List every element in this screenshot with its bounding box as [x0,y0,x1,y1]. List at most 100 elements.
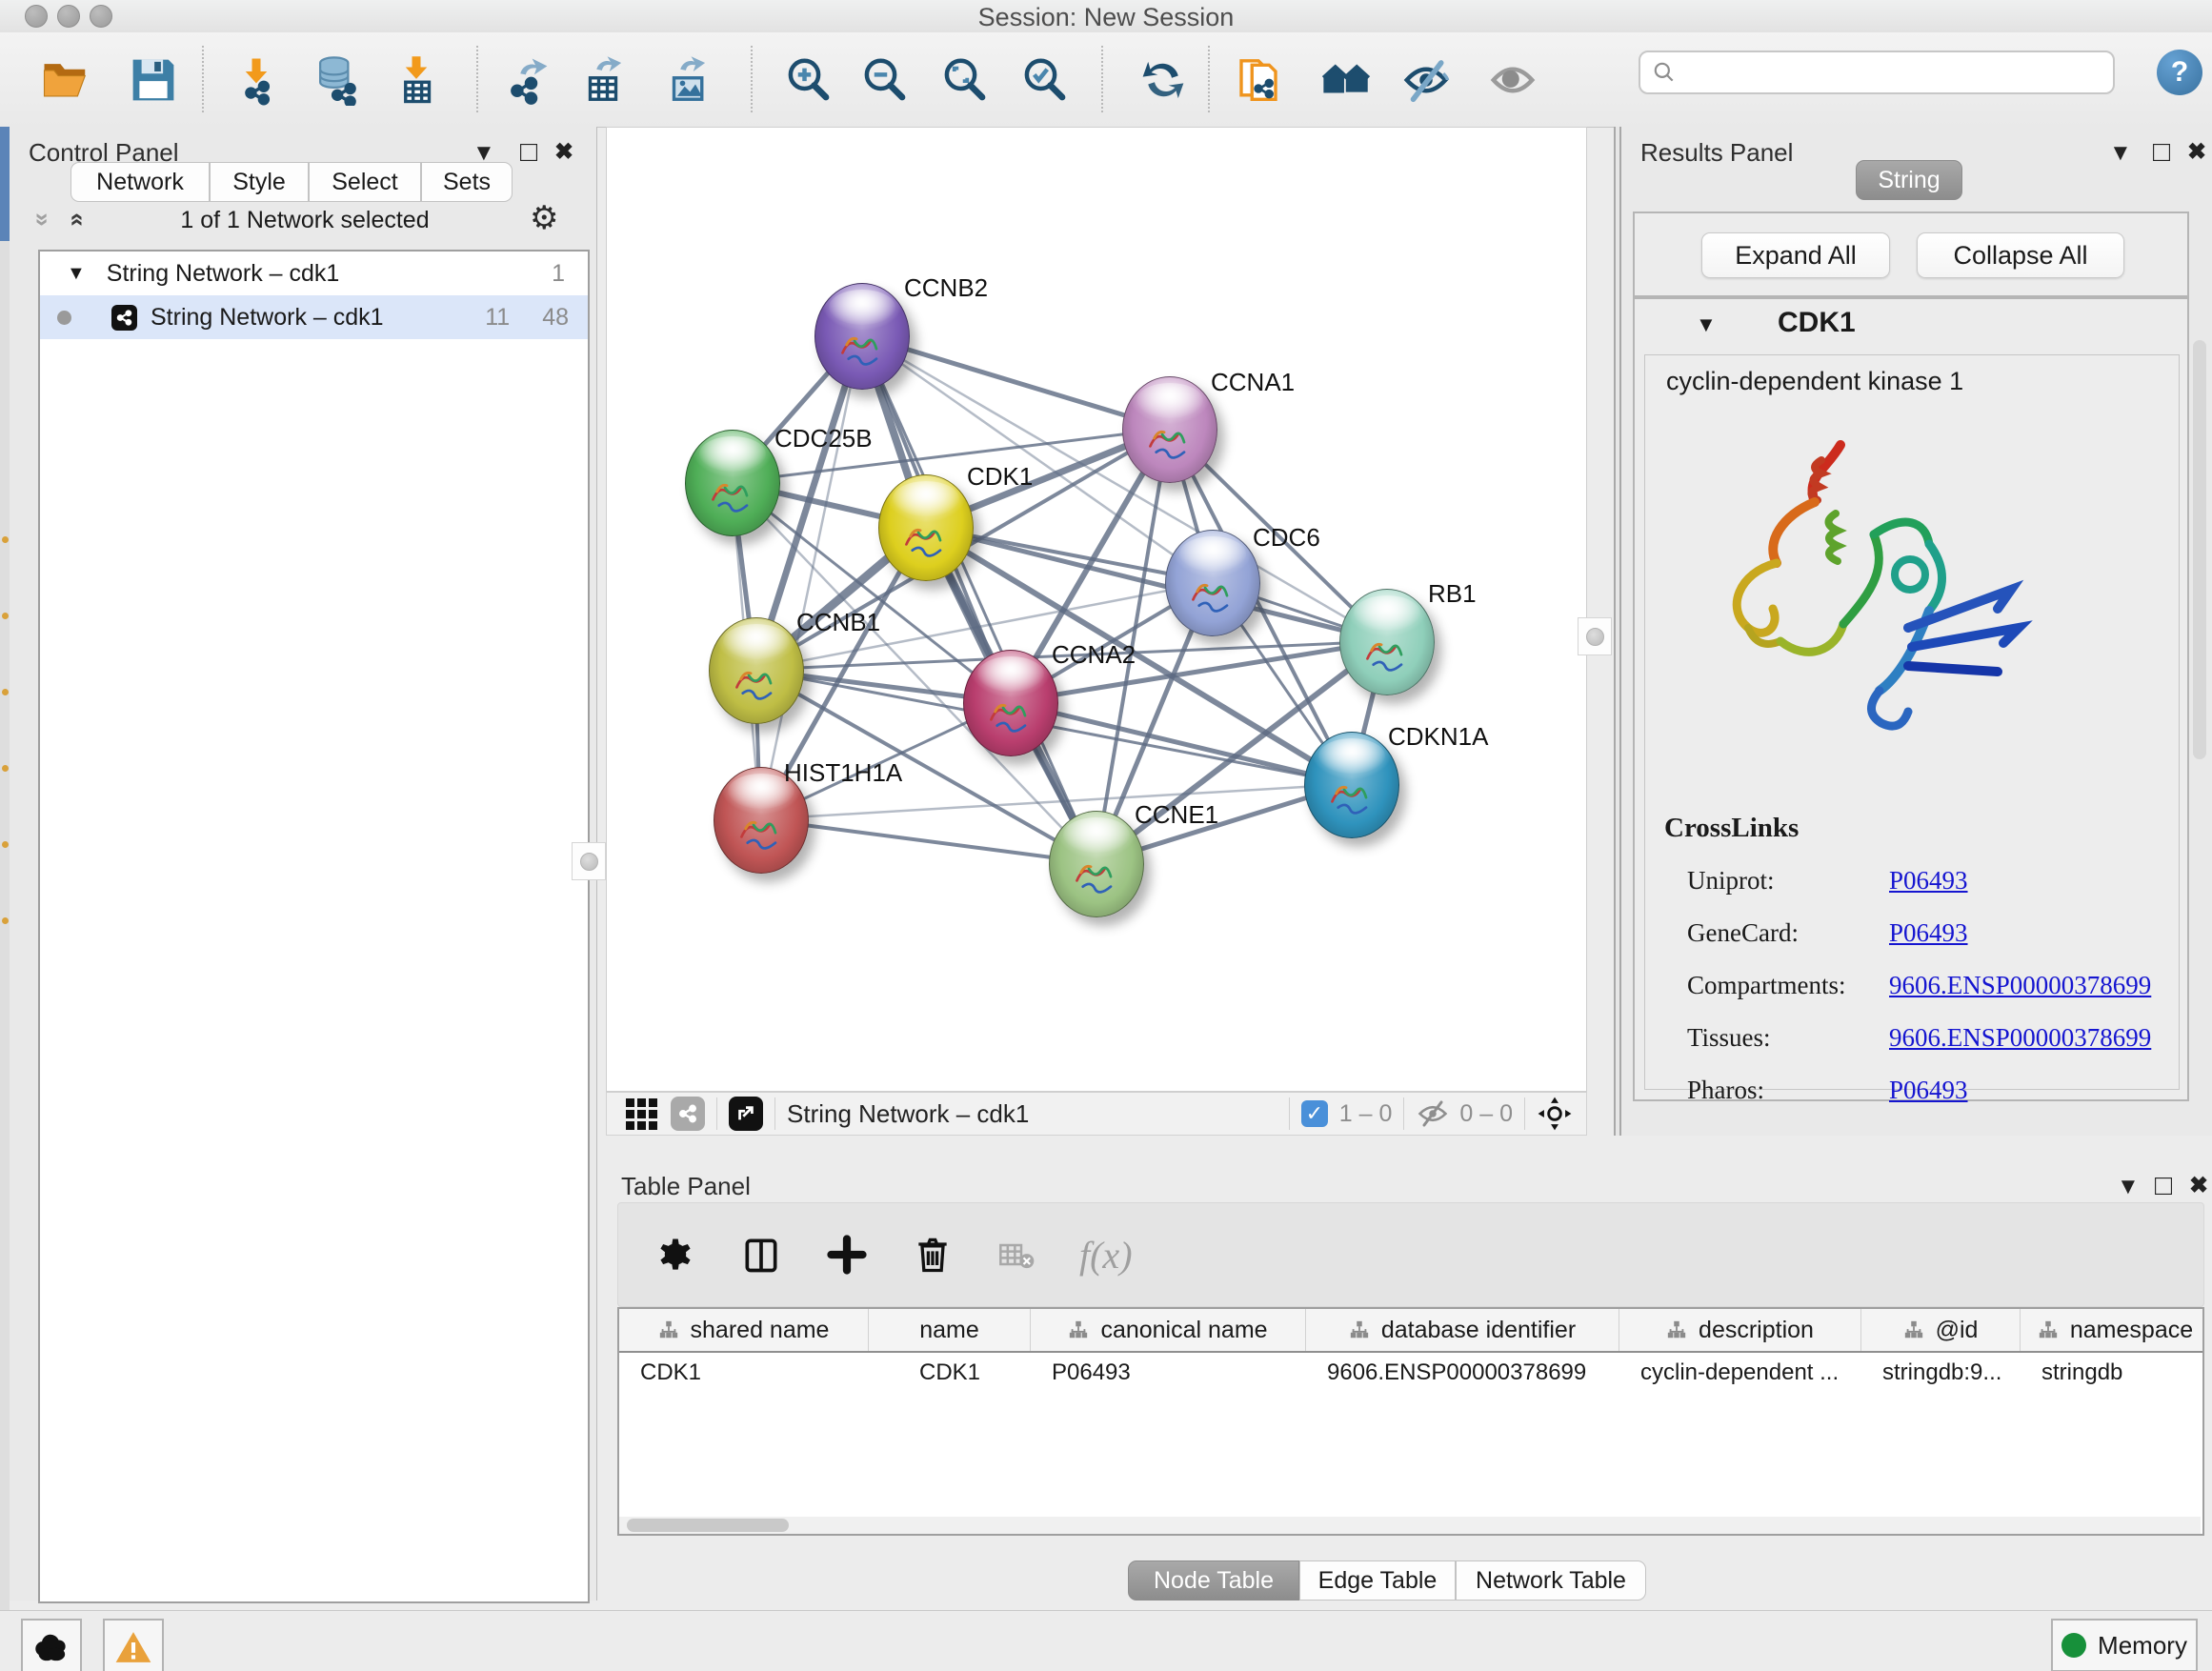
crosslink-value-link[interactable]: 9606.ENSP00000378699 [1889,1023,2151,1053]
refresh-button[interactable] [1136,51,1191,109]
column-type-icon [1666,1319,1687,1340]
birdseye-crosshair-icon[interactable] [1537,1096,1573,1132]
memory-button[interactable]: Memory [2051,1619,2198,1671]
warnings-button[interactable] [103,1619,164,1671]
tab-style[interactable]: Style [210,162,309,202]
column-header--id[interactable]: @id [1861,1309,2021,1351]
table-cell[interactable]: cyclin-dependent ... [1619,1359,1861,1386]
column-header-canonical-name[interactable]: canonical name [1031,1309,1306,1351]
zoom-in-button[interactable] [781,51,836,109]
expand-all-networks-icon[interactable]: » [61,212,90,226]
float-panel-icon[interactable]: ▼ [2109,140,2132,167]
maximize-panel-icon[interactable]: □ [520,136,537,169]
results-panel-splitter-grip[interactable] [1578,617,1612,655]
import-network-file-button[interactable] [229,51,284,109]
zoom-selected-button[interactable] [1017,51,1073,109]
network-view-canvas[interactable]: CCNB2 CCNA1 CDC25B CDK1 CDC6 RB1 [606,127,1587,1092]
tree-expander-icon[interactable]: ▼ [67,263,86,285]
network-edge-hist1h1a-ccne1[interactable] [760,819,1096,863]
column-header-namespace[interactable]: namespace [2021,1309,2204,1351]
network-node-ccne1[interactable] [1049,811,1144,917]
duplicate-network-button[interactable] [1231,51,1286,109]
show-columns-icon[interactable] [740,1234,782,1276]
network-node-ccnb1[interactable] [709,617,804,724]
float-panel-icon[interactable]: ▼ [2117,1174,2140,1200]
import-network-database-button[interactable] [309,51,364,109]
add-column-icon[interactable] [826,1234,868,1276]
tab-edge-table[interactable]: Edge Table [1299,1560,1456,1601]
tab-sets[interactable]: Sets [421,162,513,202]
collapse-all-button[interactable]: Collapse All [1917,232,2124,278]
collapse-all-networks-icon[interactable]: » [29,212,58,226]
show-all-button[interactable] [1485,51,1540,109]
export-table-button[interactable] [575,51,631,109]
tab-string[interactable]: String [1856,160,1962,200]
search-input[interactable] [1677,58,2081,87]
selected-count-checkbox[interactable]: ✓ [1301,1100,1328,1127]
table-cell[interactable]: 9606.ENSP00000378699 [1306,1359,1619,1386]
column-header-shared-name[interactable]: shared name [619,1309,869,1351]
column-header-database-identifier[interactable]: database identifier [1306,1309,1619,1351]
table-settings-gear-icon[interactable] [654,1234,696,1276]
table-cell[interactable]: P06493 [1031,1359,1306,1386]
save-session-button[interactable] [126,51,181,109]
tab-network[interactable]: Network [70,162,210,202]
crosslink-value-link[interactable]: 9606.ENSP00000378699 [1889,971,2151,1000]
network-node-ccna1[interactable] [1122,376,1217,483]
crosslink-value-link[interactable]: P06493 [1889,918,1968,948]
close-panel-icon[interactable]: ✖ [2187,138,2206,166]
table-row[interactable]: CDK1CDK1P064939606.ENSP00000378699cyclin… [619,1353,2202,1393]
export-image-button[interactable] [659,51,714,109]
first-neighbors-button[interactable] [1318,51,1374,109]
maximize-panel-icon[interactable]: □ [2153,136,2170,169]
close-panel-icon[interactable]: ✖ [554,138,573,166]
network-row-selected[interactable]: String Network – cdk1 11 48 [40,295,588,339]
network-node-ccnb2[interactable] [814,283,910,390]
table-cell[interactable]: CDK1 [619,1359,869,1386]
grid-view-icon[interactable] [626,1098,657,1130]
zoom-out-button[interactable] [857,51,913,109]
network-edge-ccna2-cdkn1a[interactable] [1010,702,1351,784]
close-panel-icon[interactable]: ✖ [2189,1172,2208,1199]
table-cell[interactable]: stringdb:9... [1861,1359,2021,1386]
import-table-file-button[interactable] [389,51,444,109]
network-node-cdc25b[interactable] [685,430,780,536]
zoom-fit-button[interactable] [937,51,993,109]
hide-selected-button[interactable] [1398,51,1454,109]
help-button[interactable]: ? [2157,50,2202,95]
network-node-cdkn1a[interactable] [1304,732,1399,838]
tab-network-table[interactable]: Network Table [1456,1560,1646,1601]
crosslink-value-link[interactable]: P06493 [1889,866,1968,896]
maximize-panel-icon[interactable]: □ [2155,1170,2172,1202]
column-header-label: name [919,1317,979,1344]
expand-all-button[interactable]: Expand All [1701,232,1890,278]
network-node-cdk1[interactable] [878,474,974,581]
houses-icon [1320,54,1372,106]
column-header-description[interactable]: description [1619,1309,1861,1351]
open-in-window-icon[interactable] [729,1097,763,1131]
column-header-name[interactable]: name [869,1309,1031,1351]
collapse-section-icon[interactable]: ▼ [1696,312,1717,337]
column-type-icon [1349,1319,1370,1340]
table-hscrollbar-thumb[interactable] [627,1519,789,1532]
tab-select[interactable]: Select [309,162,421,202]
control-panel-splitter-grip[interactable] [572,842,606,880]
tab-node-table[interactable]: Node Table [1128,1560,1299,1601]
table-cell[interactable]: stringdb [2021,1359,2204,1386]
crosslink-value-link[interactable]: P06493 [1889,1076,1968,1105]
network-node-ccna2[interactable] [963,650,1058,756]
results-scrollbar-thumb[interactable] [2193,340,2206,759]
open-session-button[interactable] [38,51,93,109]
network-thumbnail-icon[interactable] [671,1097,705,1131]
network-edge-ccnb2-hist1h1a[interactable] [760,335,861,819]
delete-column-trash-icon[interactable] [912,1234,954,1276]
network-edges-layer [607,128,1588,1093]
network-node-cdc6[interactable] [1165,530,1260,636]
table-cell[interactable]: CDK1 [869,1359,1031,1386]
network-collection-row[interactable]: ▼ String Network – cdk1 1 [40,252,588,295]
gear-icon[interactable]: ⚙ [530,199,558,237]
table-hscrollbar[interactable] [619,1517,2201,1534]
cloud-button[interactable] [21,1619,82,1671]
network-node-rb1[interactable] [1339,589,1435,695]
export-network-button[interactable] [499,51,554,109]
